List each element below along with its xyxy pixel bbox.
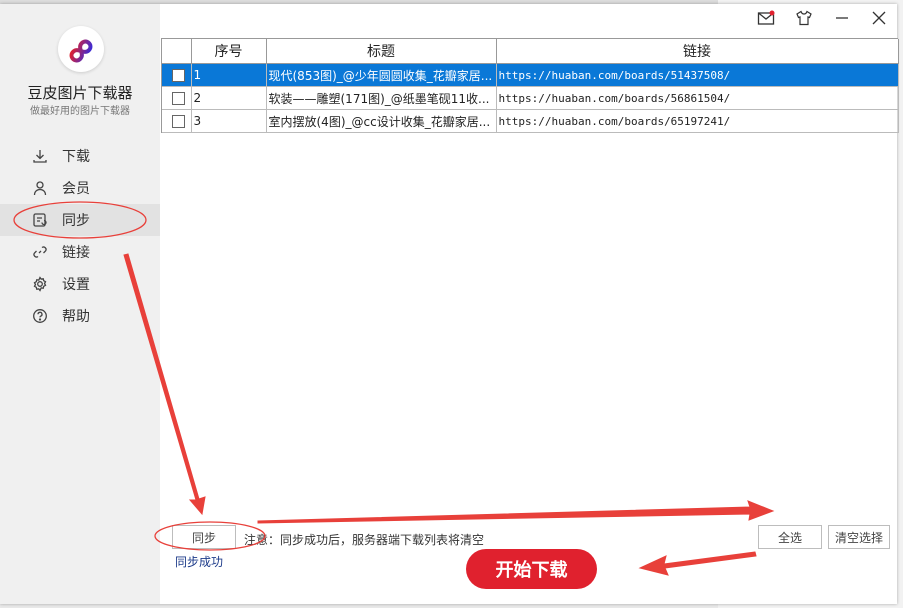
row-no: 1 [191, 63, 267, 87]
clear-selection-button[interactable]: 清空选择 [828, 525, 890, 549]
sidebar: 豆皮图片下载器 做最好用的图片下载器 下载 会员 同步 链接 设置 帮助 [0, 4, 160, 604]
help-icon [32, 308, 48, 324]
sidebar-item-download[interactable]: 下载 [0, 140, 160, 172]
row-checkbox[interactable] [172, 115, 185, 128]
row-link: https://huaban.com/boards/56861504/ [496, 86, 899, 110]
row-title: 软装——雕塑(171图)_@纸墨笔砚11收... [266, 86, 497, 110]
sidebar-item-label: 会员 [62, 181, 90, 197]
row-link: https://huaban.com/boards/51437508/ [496, 63, 899, 87]
header-no: 序号 [191, 39, 267, 64]
app-logo [58, 26, 104, 72]
header-link: 链接 [496, 39, 899, 64]
table-row[interactable]: 2 软装——雕塑(171图)_@纸墨笔砚11收... https://huaba… [162, 86, 899, 110]
mail-button[interactable] [755, 10, 777, 30]
row-link: https://huaban.com/boards/65197241/ [496, 109, 899, 133]
row-title: 室内摆放(4图)_@cc设计收集_花瓣家居... [266, 109, 497, 133]
row-checkbox[interactable] [172, 92, 185, 105]
row-title: 现代(853图)_@少年圆圆收集_花瓣家居... [266, 63, 497, 87]
start-download-button[interactable]: 开始下载 [466, 549, 597, 589]
sync-list-table: 序号 标题 链接 1 现代(853图)_@少年圆圆收集_花瓣家居... http… [161, 38, 899, 133]
minimize-icon [834, 10, 850, 30]
sidebar-item-help[interactable]: 帮助 [0, 300, 160, 332]
sidebar-item-link[interactable]: 链接 [0, 236, 160, 268]
header-checkbox [162, 39, 192, 64]
sidebar-item-sync[interactable]: 同步 [0, 204, 160, 236]
table-row[interactable]: 3 室内摆放(4图)_@cc设计收集_花瓣家居... https://huaba… [162, 109, 899, 133]
app-window: 豆皮图片下载器 做最好用的图片下载器 下载 会员 同步 链接 设置 帮助 序号 … [0, 4, 899, 604]
gear-icon [32, 276, 48, 292]
sync-icon [32, 212, 48, 228]
mail-icon [757, 10, 775, 30]
sidebar-nav: 下载 会员 同步 链接 设置 帮助 [0, 140, 160, 332]
sidebar-item-member[interactable]: 会员 [0, 172, 160, 204]
row-no: 2 [191, 86, 267, 110]
row-no: 3 [191, 109, 267, 133]
sidebar-item-label: 下载 [62, 149, 90, 165]
table-row[interactable]: 1 现代(853图)_@少年圆圆收集_花瓣家居... https://huaba… [162, 63, 899, 87]
sidebar-item-label: 帮助 [62, 309, 90, 325]
link-icon [32, 244, 48, 260]
sidebar-item-settings[interactable]: 设置 [0, 268, 160, 300]
app-title: 豆皮图片下载器 [27, 84, 133, 102]
tshirt-icon [795, 10, 813, 30]
sync-note: 注意：同步成功后，服务器端下载列表将清空 [244, 533, 485, 547]
minimize-button[interactable] [831, 10, 853, 30]
sidebar-item-label: 链接 [62, 245, 90, 261]
sync-button[interactable]: 同步 [172, 525, 236, 549]
skin-button[interactable] [793, 10, 815, 30]
row-checkbox[interactable] [172, 69, 185, 82]
select-all-button[interactable]: 全选 [758, 525, 822, 549]
app-subtitle: 做最好用的图片下载器 [30, 106, 130, 117]
close-button[interactable] [868, 10, 890, 30]
download-icon [32, 148, 48, 164]
sync-status: 同步成功 [175, 555, 224, 569]
user-icon [32, 180, 48, 196]
close-icon [871, 10, 887, 30]
table-header-row: 序号 标题 链接 [162, 39, 899, 64]
header-title: 标题 [266, 39, 497, 64]
sidebar-item-label: 同步 [62, 213, 90, 229]
sidebar-item-label: 设置 [62, 277, 90, 293]
